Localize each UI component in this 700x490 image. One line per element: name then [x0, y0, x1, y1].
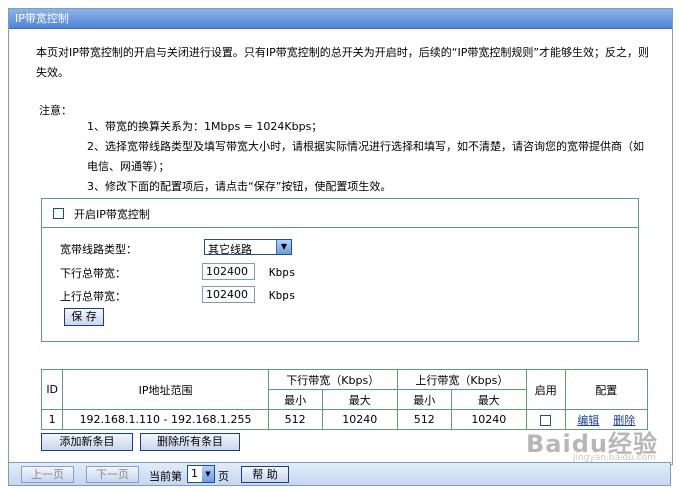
- col-down-min: 最小: [267, 389, 323, 410]
- row-ip-range: 192.168.1.110 - 192.168.1.255: [62, 409, 269, 430]
- pagination-footer: 上一页 下一页 当前第 1 ▼ 页 帮 助: [8, 462, 671, 486]
- down-bandwidth-input[interactable]: 102400: [202, 263, 255, 280]
- add-new-entry-button[interactable]: 添加新条目: [41, 433, 133, 451]
- enable-control-label: 开启IP带宽控制: [74, 208, 150, 221]
- delete-all-entries-button[interactable]: 删除所有条目: [140, 433, 240, 451]
- notes-heading: 注意：: [39, 104, 72, 117]
- note-item: 2、选择宽带线路类型及填写带宽大小时，请根据实际情况进行选择和填写，如不清楚，请…: [87, 140, 644, 173]
- note-item: 3、修改下面的配置项后，请点击“保存”按钮，使配置项生效。: [87, 180, 392, 193]
- rules-table: ID IP地址范围 下行带宽（Kbps） 上行带宽（Kbps） 启用 配置 最小…: [40, 369, 649, 430]
- enable-control-checkbox[interactable]: [53, 208, 64, 219]
- help-button[interactable]: 帮 助: [241, 466, 289, 483]
- line-type-select[interactable]: 其它线路 ▼: [204, 239, 292, 256]
- up-unit: Kbps: [269, 289, 296, 302]
- col-up-min: 最小: [396, 389, 452, 410]
- page-value: 1: [191, 467, 198, 480]
- prev-page-button[interactable]: 上一页: [21, 466, 74, 483]
- page-select[interactable]: 1 ▼: [187, 465, 215, 483]
- col-config: 配置: [564, 369, 649, 410]
- row-down-min: 512: [267, 409, 323, 430]
- col-ip-range: IP地址范围: [62, 369, 269, 410]
- down-unit: Kbps: [269, 266, 296, 279]
- row-up-max: 10240: [450, 409, 527, 430]
- watermark-url: jingyan.baidu.com: [572, 453, 656, 463]
- down-bandwidth-label: 下行总带宽：: [60, 267, 126, 280]
- notes-list: 1、带宽的换算关系为：1Mbps = 1024Kbps； 2、选择宽带线路类型及…: [87, 117, 652, 197]
- table-header-row: ID IP地址范围 下行带宽（Kbps） 上行带宽（Kbps） 启用 配置: [40, 369, 649, 410]
- up-bandwidth-label: 上行总带宽：: [60, 290, 126, 303]
- current-page-prefix: 当前第: [149, 470, 182, 483]
- row-id: 1: [40, 409, 64, 430]
- row-down-max: 10240: [321, 409, 398, 430]
- page-title: IP带宽控制: [9, 9, 672, 29]
- line-type-label: 宽带线路类型：: [60, 243, 137, 256]
- chevron-down-icon[interactable]: ▼: [276, 240, 291, 254]
- control-header: 开启IP带宽控制: [42, 199, 638, 228]
- control-settings-box: 开启IP带宽控制 宽带线路类型： 其它线路 ▼ 下行总带宽： 102400 Kb…: [41, 198, 639, 342]
- row-up-min: 512: [396, 409, 452, 430]
- save-button[interactable]: 保 存: [64, 308, 104, 326]
- ip-bandwidth-panel: IP带宽控制 本页对IP带宽控制的开启与关闭进行设置。只有IP带宽控制的总开关为…: [8, 8, 673, 465]
- line-type-value: 其它线路: [208, 243, 252, 256]
- col-up-max: 最大: [450, 389, 527, 410]
- next-page-button[interactable]: 下一页: [86, 466, 139, 483]
- note-item: 1、带宽的换算关系为：1Mbps = 1024Kbps；: [87, 120, 323, 133]
- col-id: ID: [40, 369, 64, 410]
- col-down-max: 最大: [321, 389, 398, 410]
- page-suffix: 页: [218, 470, 229, 483]
- chevron-down-icon[interactable]: ▼: [202, 466, 214, 482]
- up-bandwidth-input[interactable]: 102400: [202, 286, 255, 303]
- col-up: 上行带宽（Kbps）: [396, 369, 527, 390]
- col-down: 下行带宽（Kbps）: [267, 369, 398, 390]
- page-description: 本页对IP带宽控制的开启与关闭进行设置。只有IP带宽控制的总开关为开启时，后续的…: [36, 46, 650, 79]
- col-enable: 启用: [525, 369, 566, 410]
